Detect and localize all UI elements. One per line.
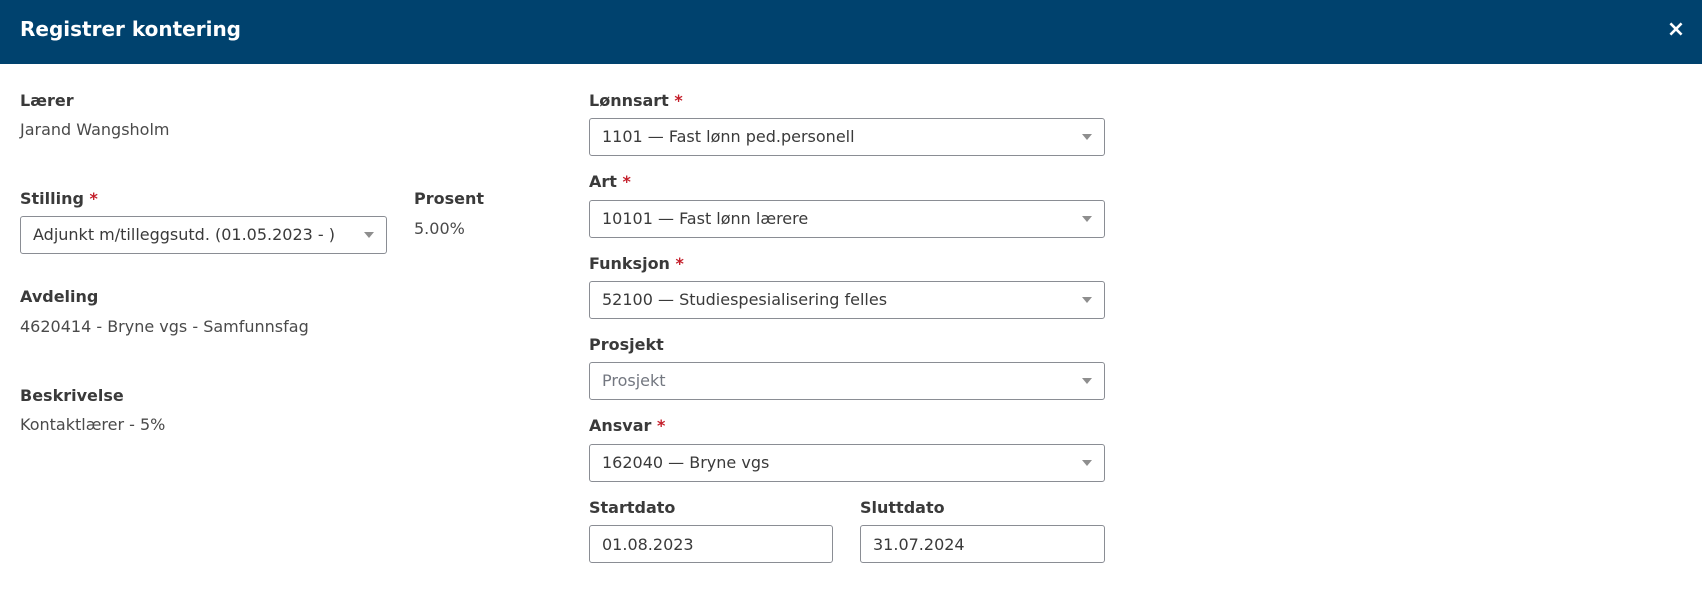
responsibility-label-text: Ansvar xyxy=(589,416,652,435)
dialog-header: Registrer kontering × xyxy=(0,0,1702,64)
function-label-text: Funksjon xyxy=(589,254,670,273)
required-mark: * xyxy=(675,254,684,273)
function-label: Funksjon * xyxy=(589,254,684,274)
department-value: 4620414 - Bryne vgs - Samfunnsfag xyxy=(20,317,309,336)
position-label: Stilling * xyxy=(20,189,98,209)
project-label: Prosjekt xyxy=(589,335,664,354)
salary-type-label-text: Lønnsart xyxy=(589,91,669,110)
type-label-text: Art xyxy=(589,172,617,191)
type-label: Art * xyxy=(589,172,631,192)
position-select-value: Adjunkt m/tilleggsutd. (01.05.2023 - ) xyxy=(33,225,336,244)
start-date-input[interactable] xyxy=(589,525,833,563)
close-icon[interactable]: × xyxy=(1658,12,1694,48)
teacher-label: Lærer xyxy=(20,91,74,110)
description-value: Kontaktlærer - 5% xyxy=(20,415,166,434)
chevron-down-icon xyxy=(1082,297,1092,303)
end-date-label: Sluttdato xyxy=(860,498,945,517)
chevron-down-icon xyxy=(364,232,374,238)
responsibility-select-value: 162040 — Bryne vgs xyxy=(602,453,770,472)
percent-label: Prosent xyxy=(414,189,485,208)
required-mark: * xyxy=(89,189,98,208)
required-mark: * xyxy=(622,172,631,191)
required-mark: * xyxy=(657,416,666,435)
salary-type-select-value: 1101 — Fast lønn ped.personell xyxy=(602,127,855,146)
project-select[interactable]: Prosjekt xyxy=(589,362,1105,400)
end-date-input[interactable] xyxy=(860,525,1105,563)
type-select[interactable]: 10101 — Fast lønn lærere xyxy=(589,200,1105,238)
responsibility-select[interactable]: 162040 — Bryne vgs xyxy=(589,444,1105,482)
percent-value: 5.00% xyxy=(414,219,465,238)
department-label: Avdeling xyxy=(20,287,99,306)
type-select-value: 10101 — Fast lønn lærere xyxy=(602,209,809,228)
salary-type-label: Lønnsart * xyxy=(589,91,683,111)
chevron-down-icon xyxy=(1082,378,1092,384)
position-select[interactable]: Adjunkt m/tilleggsutd. (01.05.2023 - ) xyxy=(20,216,387,254)
description-label: Beskrivelse xyxy=(20,386,124,405)
salary-type-select[interactable]: 1101 — Fast lønn ped.personell xyxy=(589,118,1105,156)
function-select-value: 52100 — Studiespesialisering felles xyxy=(602,290,888,309)
responsibility-label: Ansvar * xyxy=(589,416,665,436)
dialog-title: Registrer kontering xyxy=(20,17,241,41)
chevron-down-icon xyxy=(1082,216,1092,222)
start-date-label: Startdato xyxy=(589,498,676,517)
required-mark: * xyxy=(674,91,683,110)
chevron-down-icon xyxy=(1082,460,1092,466)
teacher-value: Jarand Wangsholm xyxy=(20,120,170,139)
function-select[interactable]: 52100 — Studiespesialisering felles xyxy=(589,281,1105,319)
chevron-down-icon xyxy=(1082,134,1092,140)
position-label-text: Stilling xyxy=(20,189,84,208)
project-select-placeholder: Prosjekt xyxy=(602,371,666,390)
